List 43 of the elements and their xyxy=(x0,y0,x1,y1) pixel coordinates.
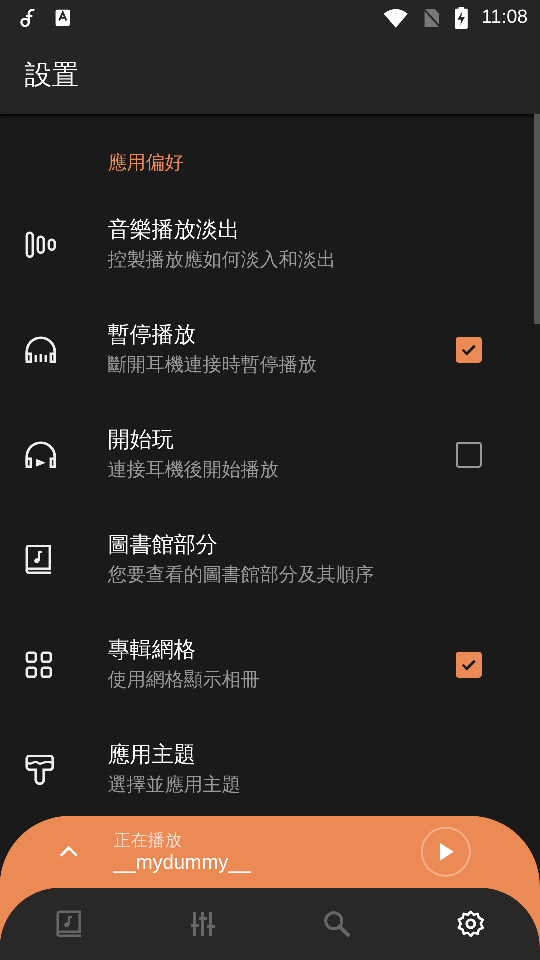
chevron-up-icon[interactable] xyxy=(59,846,79,858)
settings-item[interactable]: 開始玩 連接耳機後開始播放 xyxy=(0,426,532,484)
clock-time: 11:08 xyxy=(482,7,528,29)
wifi-icon xyxy=(382,8,409,28)
settings-item[interactable]: 應用主題 選擇並應用主題 xyxy=(0,741,532,799)
item-title: 開始玩 xyxy=(108,427,175,455)
settings-item[interactable]: 專輯網格 使用網格顯示相冊 xyxy=(0,636,532,694)
checkbox[interactable] xyxy=(456,442,482,468)
battery-charging-icon xyxy=(454,7,468,29)
checkbox[interactable] xyxy=(456,652,482,678)
settings-item[interactable]: 暫停播放 斷開耳機連接時暫停播放 xyxy=(0,321,532,379)
equalizer-icon[interactable] xyxy=(189,910,217,938)
item-title: 應用主題 xyxy=(108,742,197,770)
item-description: 選擇並應用主題 xyxy=(108,773,242,798)
no-sim-icon xyxy=(422,8,441,28)
settings-item[interactable]: 圖書館部分 您要查看的圖書館部分及其順序 xyxy=(0,531,532,589)
item-title: 暫停播放 xyxy=(108,322,197,350)
search-icon[interactable] xyxy=(323,910,351,938)
play-button[interactable] xyxy=(420,826,472,878)
now-playing-label: 正在播放 xyxy=(114,830,183,852)
item-description: 控製播放應如何淡入和淡出 xyxy=(108,248,337,273)
checkbox[interactable] xyxy=(456,337,482,363)
paint-brush-icon xyxy=(25,755,55,785)
screen-title: 設置 xyxy=(25,59,79,93)
item-title: 圖書館部分 xyxy=(108,532,219,560)
headphones-play-icon xyxy=(25,441,57,469)
fade-bars-icon xyxy=(25,231,57,259)
grid-icon xyxy=(25,651,53,679)
item-description: 連接耳機後開始播放 xyxy=(108,458,280,483)
notification-icon xyxy=(54,9,72,27)
item-description: 您要查看的圖書館部分及其順序 xyxy=(108,563,375,588)
track-title: __mydummy__ xyxy=(114,852,252,875)
scrollbar[interactable] xyxy=(534,114,540,324)
section-header: 應用偏好 xyxy=(108,151,185,176)
headphones-icon xyxy=(25,336,57,364)
item-title: 專輯網格 xyxy=(108,637,197,665)
item-description: 斷開耳機連接時暫停播放 xyxy=(108,353,318,378)
item-title: 音樂播放淡出 xyxy=(108,217,241,245)
item-description: 使用網格顯示相冊 xyxy=(108,668,261,693)
music-book-icon xyxy=(25,545,53,575)
settings-item[interactable]: 音樂播放淡出 控製播放應如何淡入和淡出 xyxy=(0,216,532,274)
settings-icon[interactable] xyxy=(457,910,485,938)
library-icon[interactable] xyxy=(55,910,83,938)
